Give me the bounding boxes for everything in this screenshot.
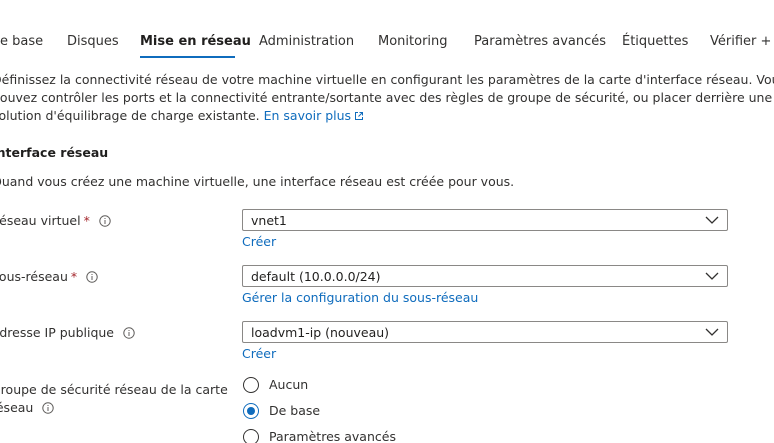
radio-button[interactable] [243,377,259,393]
active-tab-indicator [140,56,235,58]
tab-tags[interactable]: Étiquettes [622,34,688,49]
public-ip-dropdown[interactable]: loadvm1-ip (nouveau) [242,321,728,343]
radio-button[interactable] [243,429,259,443]
intro-paragraph: Définissez la connectivité réseau de vot… [0,71,774,125]
tab-basics[interactable]: De base [0,34,43,49]
nsg-option-none-label[interactable]: Aucun [269,377,308,392]
wizard-tabs: De base Disques Mise en réseau Administr… [0,0,774,62]
chevron-down-icon [705,328,719,336]
tab-advanced[interactable]: Paramètres avancés [474,34,606,49]
public-ip-label: Adresse IP publique [0,325,135,340]
intro-line-1: Définissez la connectivité réseau de vot… [0,72,774,87]
tab-disks[interactable]: Disques [67,34,119,49]
chevron-down-icon [705,272,719,280]
radio-button-selected[interactable] [243,403,259,419]
nsg-label: Groupe de sécurité réseau de la carte ré… [0,381,231,417]
intro-line-2: pouvez contrôler les ports et la connect… [0,90,773,105]
subnet-label: Sous-réseau* [0,269,98,284]
vnet-label: Réseau virtuel* [0,213,111,228]
info-icon[interactable] [86,271,98,283]
intro-line-3-text: solution d'équilibrage de charge existan… [0,108,260,123]
vnet-dropdown[interactable]: vnet1 [242,209,728,231]
nsg-option-basic-label[interactable]: De base [269,403,320,418]
public-ip-label-text: Adresse IP publique [0,325,114,340]
vnet-label-text: Réseau virtuel [0,213,81,228]
network-interface-description: Quand vous créez une machine virtuelle, … [0,174,515,189]
subnet-label-text: Sous-réseau [0,269,68,284]
info-icon[interactable] [42,402,55,414]
subnet-dropdown[interactable]: default (10.0.0.0/24) [242,265,728,287]
info-icon[interactable] [99,215,111,227]
learn-more-link[interactable]: En savoir plus [264,108,364,123]
chevron-down-icon [705,216,719,224]
tab-management[interactable]: Administration [259,34,354,49]
nsg-label-line-2: réseau [0,400,34,415]
info-icon[interactable] [123,327,135,339]
create-public-ip-link[interactable]: Créer [242,346,276,361]
radio-selected-dot [247,407,255,415]
nsg-label-line-1: Groupe de sécurité réseau de la carte [0,382,228,397]
manage-subnet-link[interactable]: Gérer la configuration du sous-réseau [242,290,478,305]
external-link-icon [355,112,364,120]
public-ip-dropdown-value: loadvm1-ip (nouveau) [251,325,390,340]
network-interface-heading: Interface réseau [0,145,109,160]
nsg-option-advanced-label[interactable]: Paramètres avancés [269,429,396,443]
vnet-dropdown-value: vnet1 [251,213,287,228]
tab-networking[interactable]: Mise en réseau [140,34,251,49]
learn-more-text[interactable]: En savoir plus [264,108,351,123]
subnet-dropdown-value: default (10.0.0.0/24) [251,269,381,284]
vm-create-networking-page: De base Disques Mise en réseau Administr… [0,0,774,443]
required-marker: * [83,213,90,228]
tab-monitoring[interactable]: Monitoring [378,34,448,49]
tab-review-create[interactable]: Vérifier + c [710,34,774,49]
required-marker: * [70,269,78,284]
intro-line-3: solution d'équilibrage de charge existan… [0,107,762,125]
create-vnet-link[interactable]: Créer [242,234,276,249]
